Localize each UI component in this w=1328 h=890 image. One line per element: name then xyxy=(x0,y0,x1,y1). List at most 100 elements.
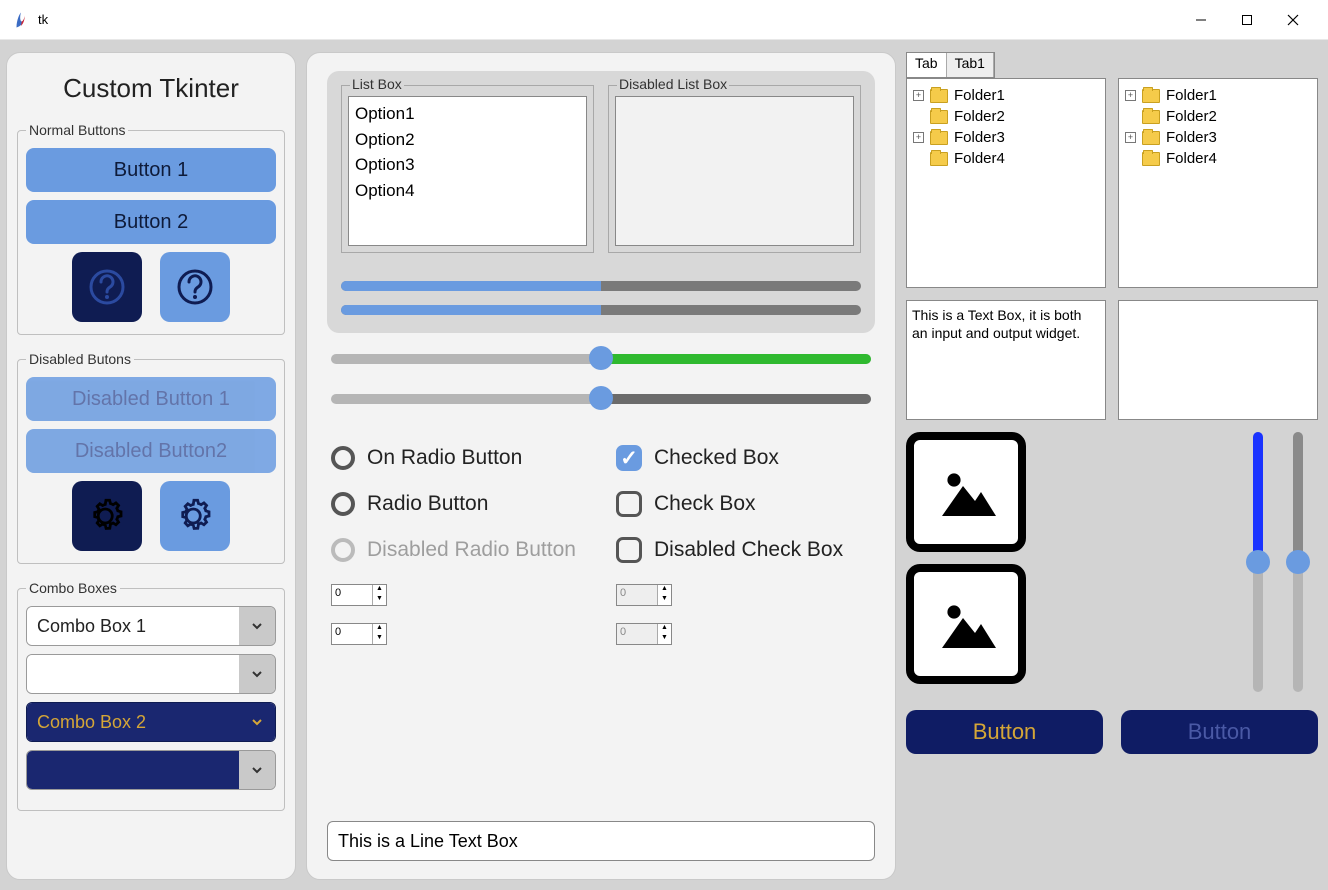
button-1[interactable]: Button 1 xyxy=(26,148,276,192)
chevron-down-icon[interactable] xyxy=(239,607,275,645)
text-box-2[interactable] xyxy=(1118,300,1318,420)
text-box-1[interactable]: This is a Text Box, it is both an input … xyxy=(906,300,1106,420)
checkbox-label: Check Box xyxy=(654,492,756,516)
help-button-dark[interactable] xyxy=(72,252,142,322)
list-item[interactable]: Option3 xyxy=(355,152,580,178)
radio-label: Radio Button xyxy=(367,492,488,516)
vertical-slider-grey[interactable] xyxy=(1286,432,1310,692)
radio-label: Disabled Radio Button xyxy=(367,538,576,562)
tree-label: Folder2 xyxy=(954,108,1005,125)
folder-icon xyxy=(1142,110,1160,124)
image-icon xyxy=(930,588,1002,660)
tree-node[interactable]: + Folder3 xyxy=(913,127,1099,148)
help-button-light[interactable] xyxy=(160,252,230,322)
tab-1[interactable]: Tab1 xyxy=(947,53,994,77)
window-title: tk xyxy=(38,12,48,27)
gear-icon xyxy=(174,495,216,537)
chevron-down-icon[interactable] xyxy=(239,655,275,693)
list-item[interactable]: Option2 xyxy=(355,127,580,153)
middle-panel: List Box Option1 Option2 Option3 Option4… xyxy=(306,52,896,880)
titlebar: tk xyxy=(0,0,1328,40)
left-panel: Custom Tkinter Normal Buttons Button 1 B… xyxy=(6,52,296,880)
disabled-button-1: Disabled Button 1 xyxy=(26,377,276,421)
tree-label: Folder3 xyxy=(954,129,1005,146)
tree-node[interactable]: Folder2 xyxy=(913,106,1099,127)
settings-button-light xyxy=(160,481,230,551)
checkbox-checked[interactable]: Checked Box xyxy=(616,445,871,471)
chevron-down-icon[interactable] xyxy=(239,751,275,789)
combo-value: Combo Box 1 xyxy=(27,607,239,645)
tree-node[interactable]: Folder4 xyxy=(913,148,1099,169)
heading: Custom Tkinter xyxy=(17,73,285,104)
normal-buttons-legend: Normal Buttons xyxy=(26,122,128,138)
spinbox-1[interactable]: 0▲▼ xyxy=(331,584,387,606)
image-placeholder-1 xyxy=(906,432,1026,552)
combo-box-1[interactable]: Combo Box 1 xyxy=(26,606,276,646)
radio-button[interactable]: Radio Button xyxy=(331,491,586,517)
tree-view-2[interactable]: +Folder1Folder2 + Folder3 Folder4 xyxy=(1118,78,1318,288)
slider-green[interactable] xyxy=(331,347,871,369)
checkbox-label: Disabled Check Box xyxy=(654,538,843,562)
list-item[interactable]: Option4 xyxy=(355,178,580,204)
line-text-box[interactable] xyxy=(327,821,875,861)
expand-icon[interactable]: + xyxy=(1125,90,1136,101)
app-icon xyxy=(12,11,30,29)
list-item[interactable]: Option1 xyxy=(355,101,580,127)
chevron-down-icon[interactable] xyxy=(239,703,275,741)
expand-icon[interactable]: + xyxy=(913,132,924,143)
maximize-button[interactable] xyxy=(1224,4,1270,36)
bottom-button-2: Button xyxy=(1121,710,1318,754)
folder-icon xyxy=(1142,89,1160,103)
minimize-button[interactable] xyxy=(1178,4,1224,36)
normal-buttons-section: Normal Buttons Button 1 Button 2 xyxy=(17,122,285,335)
folder-icon xyxy=(930,89,948,103)
question-icon xyxy=(87,267,127,307)
disabled-list-box-frame: Disabled List Box xyxy=(608,85,861,253)
spinbox-4: 0▲▼ xyxy=(616,623,672,645)
image-icon xyxy=(930,456,1002,528)
tree-node[interactable]: +Folder1 xyxy=(1125,85,1311,106)
tree-view-1[interactable]: + Folder1 Folder2 + Folder3 Folder4 xyxy=(906,78,1106,288)
close-button[interactable] xyxy=(1270,4,1316,36)
combo-box-2[interactable]: Combo Box 2 xyxy=(26,702,276,742)
tree-node[interactable]: Folder2 xyxy=(1125,106,1311,127)
radio-on[interactable]: On Radio Button xyxy=(331,445,586,471)
folder-icon xyxy=(1142,131,1160,145)
tree-label: Folder3 xyxy=(1166,129,1217,146)
folder-icon xyxy=(930,152,948,166)
progress-bar-2 xyxy=(341,305,861,315)
bottom-button-1[interactable]: Button xyxy=(906,710,1103,754)
expand-icon[interactable]: + xyxy=(1125,132,1136,143)
disabled-button-2: Disabled Button2 xyxy=(26,429,276,473)
expand-icon[interactable]: + xyxy=(913,90,924,101)
tree-label: Folder4 xyxy=(1166,150,1217,167)
tree-node[interactable]: + Folder3 xyxy=(1125,127,1311,148)
disabled-buttons-legend: Disabled Butons xyxy=(26,351,134,367)
checkbox[interactable]: Check Box xyxy=(616,491,871,517)
combo-value: Combo Box 2 xyxy=(27,703,239,741)
tree-node[interactable]: Folder4 xyxy=(1125,148,1311,169)
vertical-slider-blue[interactable] xyxy=(1246,432,1270,692)
list-box[interactable]: Option1 Option2 Option3 Option4 xyxy=(348,96,587,246)
combo-box-empty-1[interactable] xyxy=(26,654,276,694)
disabled-list-box-label: Disabled List Box xyxy=(617,76,729,92)
checkbox-disabled: Disabled Check Box xyxy=(616,537,871,563)
tab-0[interactable]: Tab xyxy=(907,53,947,77)
tree-node[interactable]: + Folder1 xyxy=(913,85,1099,106)
tree-label: Folder1 xyxy=(954,87,1005,104)
combo-boxes-legend: Combo Boxes xyxy=(26,580,120,596)
spinbox-2: 0▲▼ xyxy=(616,584,672,606)
combo-value xyxy=(27,655,239,693)
folder-icon xyxy=(930,110,948,124)
button-2[interactable]: Button 2 xyxy=(26,200,276,244)
tab-bar: Tab Tab1 xyxy=(906,52,995,78)
image-placeholder-2 xyxy=(906,564,1026,684)
spinbox-3[interactable]: 0▲▼ xyxy=(331,623,387,645)
checkbox-label: Checked Box xyxy=(654,446,779,470)
slider-grey[interactable] xyxy=(331,387,871,409)
combo-value xyxy=(27,751,239,789)
question-icon xyxy=(175,267,215,307)
list-box-label: List Box xyxy=(350,76,404,92)
tree-label: Folder4 xyxy=(954,150,1005,167)
combo-box-empty-2[interactable] xyxy=(26,750,276,790)
